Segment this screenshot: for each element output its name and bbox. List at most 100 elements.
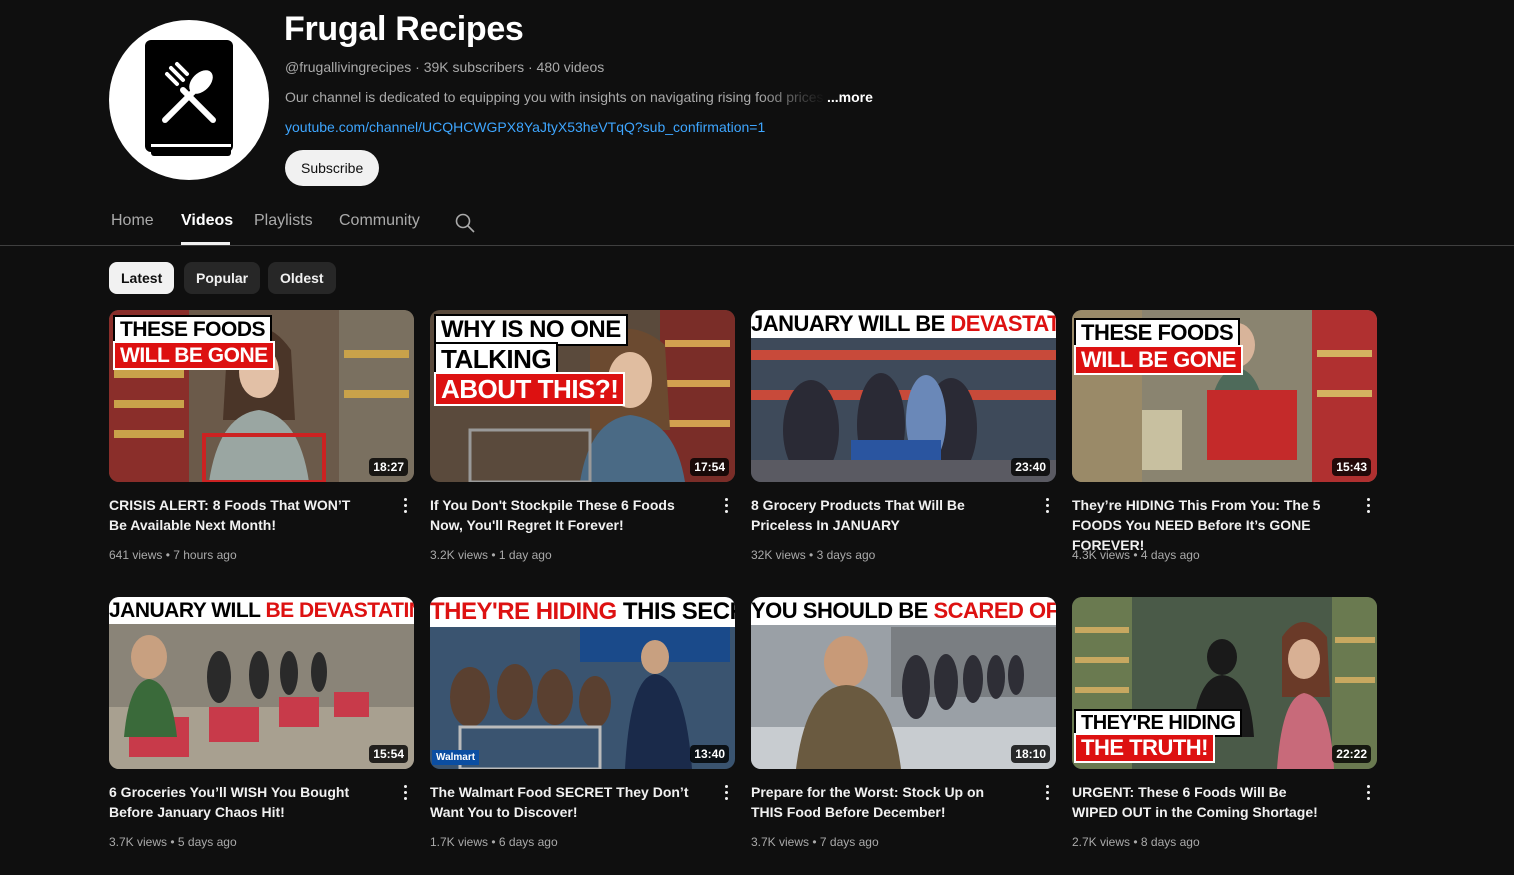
video-title[interactable]: CRISIS ALERT: 8 Foods That WON’T Be Avai…	[109, 495, 371, 535]
video-stats: 4.3K views • 4 days ago	[1072, 548, 1200, 562]
video-card[interactable]: JANUARY WILL BE DEVASTATING 23:40 8 Groc…	[751, 310, 1056, 562]
overlay-line-1: THESE FOODS	[1074, 318, 1241, 348]
video-card[interactable]: THEY'RE HIDING THIS SECRET! Walmart 13:4…	[430, 597, 735, 849]
more-link[interactable]: ...more	[827, 89, 873, 105]
book-spoon-fork-icon	[145, 40, 233, 156]
chip-oldest[interactable]: Oldest	[268, 262, 336, 294]
channel-description[interactable]: Our channel is dedicated to equipping yo…	[285, 89, 873, 105]
video-stats: 3.7K views • 7 days ago	[751, 835, 879, 849]
channel-meta: @frugallivingrecipes · 39K subscribers ·…	[285, 59, 605, 75]
upload-age: 6 days ago	[498, 835, 558, 849]
upload-age: 7 days ago	[819, 835, 879, 849]
video-thumbnail[interactable]: THESE FOODS WILL BE GONE 18:27	[109, 310, 414, 482]
video-stats: 2.7K views • 8 days ago	[1072, 835, 1200, 849]
overlay-line-2: THIS SECRET!	[622, 598, 735, 625]
view-count: 3.2K views	[430, 548, 489, 562]
duration-badge: 18:27	[369, 458, 408, 476]
view-count: 3.7K views	[109, 835, 168, 849]
video-thumbnail[interactable]: WHY IS NO ONE TALKING ABOUT THIS?! 17:54	[430, 310, 735, 482]
video-thumbnail[interactable]: JANUARY WILL BE DEVASTATING 15:54	[109, 597, 414, 769]
duration-badge: 17:54	[690, 458, 729, 476]
upload-age: 4 days ago	[1140, 548, 1200, 562]
channel-name: Frugal Recipes	[284, 10, 524, 48]
video-stats: 32K views • 3 days ago	[751, 548, 876, 562]
more-vert-icon[interactable]	[398, 783, 412, 803]
video-stats: 3.2K views • 1 day ago	[430, 548, 552, 562]
overlay-line-2: THE TRUTH!	[1074, 733, 1215, 763]
video-card[interactable]: JANUARY WILL BE DEVASTATING 15:54 6 Groc…	[109, 597, 414, 849]
overlay-line-2: TALKING	[434, 342, 559, 376]
overlay-band: JANUARY WILL BE DEVASTATING	[751, 310, 1056, 338]
upload-age: 5 days ago	[177, 835, 237, 849]
overlay-band: JANUARY WILL BE DEVASTATING	[109, 597, 414, 624]
more-vert-icon[interactable]	[1040, 783, 1054, 803]
tab-videos[interactable]: Videos	[181, 212, 233, 230]
view-count: 32K views	[751, 548, 806, 562]
duration-badge: 15:54	[369, 745, 408, 763]
overlay-line-3: ABOUT THIS?!	[434, 372, 626, 406]
video-title[interactable]: Prepare for the Worst: Stock Up on THIS …	[751, 782, 1013, 822]
channel-tabs: Home Videos Playlists Community	[0, 196, 1514, 246]
duration-badge: 15:43	[1332, 458, 1371, 476]
video-stats: 3.7K views • 5 days ago	[109, 835, 237, 849]
video-thumbnail[interactable]: THESE FOODS WILL BE GONE 15:43	[1072, 310, 1377, 482]
walmart-badge: Walmart	[432, 750, 480, 765]
duration-badge: 22:22	[1332, 745, 1371, 763]
overlay-line-1: THEY'RE HIDING	[430, 598, 617, 625]
video-card[interactable]: THESE FOODS WILL BE GONE 15:43 They’re H…	[1072, 310, 1377, 562]
video-thumbnail[interactable]: THEY'RE HIDING THIS SECRET! Walmart 13:4…	[430, 597, 735, 769]
video-card[interactable]: WHY IS NO ONE TALKING ABOUT THIS?! 17:54…	[430, 310, 735, 562]
video-thumbnail[interactable]: YOU SHOULD BE SCARED OF THIS! 18:10	[751, 597, 1056, 769]
view-count: 2.7K views	[1072, 835, 1131, 849]
view-count: 3.7K views	[751, 835, 810, 849]
upload-age: 7 hours ago	[173, 548, 237, 562]
video-title[interactable]: The Walmart Food SECRET They Don’t Want …	[430, 782, 692, 822]
description-text: Our channel is dedicated to equipping yo…	[285, 89, 825, 105]
tab-community[interactable]: Community	[339, 212, 420, 230]
overlay-band: YOU SHOULD BE SCARED OF THIS!	[751, 597, 1056, 625]
more-vert-icon[interactable]	[1361, 496, 1375, 516]
overlay-line-1: JANUARY WILL BE	[751, 311, 945, 336]
video-thumbnail[interactable]: JANUARY WILL BE DEVASTATING 23:40	[751, 310, 1056, 482]
duration-badge: 23:40	[1011, 458, 1050, 476]
more-vert-icon[interactable]	[1040, 496, 1054, 516]
search-icon[interactable]	[455, 213, 475, 233]
tab-home[interactable]: Home	[111, 212, 154, 230]
chip-popular[interactable]: Popular	[184, 262, 261, 294]
overlay-line-2: WILL BE GONE	[113, 341, 275, 370]
more-vert-icon[interactable]	[719, 496, 733, 516]
overlay-line-1: THESE FOODS	[113, 315, 273, 344]
video-stats: 1.7K views • 6 days ago	[430, 835, 558, 849]
video-stats: 641 views • 7 hours ago	[109, 548, 237, 562]
more-vert-icon[interactable]	[1361, 783, 1375, 803]
channel-link[interactable]: youtube.com/channel/UCQHCWGPX8YaJtyX53he…	[285, 119, 765, 135]
more-vert-icon[interactable]	[398, 496, 412, 516]
upload-age: 8 days ago	[1140, 835, 1200, 849]
more-vert-icon[interactable]	[719, 783, 733, 803]
video-thumbnail[interactable]: THEY'RE HIDING THE TRUTH! 22:22	[1072, 597, 1377, 769]
chip-latest[interactable]: Latest	[109, 262, 175, 294]
video-title[interactable]: 8 Grocery Products That Will Be Priceles…	[751, 495, 1013, 535]
video-title[interactable]: URGENT: These 6 Foods Will Be WIPED OUT …	[1072, 782, 1334, 822]
duration-badge: 18:10	[1011, 745, 1050, 763]
video-title[interactable]: 6 Groceries You’ll WISH You Bought Befor…	[109, 782, 371, 822]
view-count: 641 views	[109, 548, 163, 562]
view-count: 4.3K views	[1072, 548, 1131, 562]
view-count: 1.7K views	[430, 835, 489, 849]
upload-age: 3 days ago	[816, 548, 876, 562]
active-tab-indicator	[181, 242, 230, 245]
video-title[interactable]: They’re HIDING This From You: The 5 FOOD…	[1072, 495, 1334, 555]
overlay-line-2: BE DEVASTATING	[265, 599, 414, 622]
upload-age: 1 day ago	[498, 548, 552, 562]
video-card[interactable]: YOU SHOULD BE SCARED OF THIS! 18:10 Prep…	[751, 597, 1056, 849]
overlay-line-2: WILL BE GONE	[1074, 345, 1243, 375]
video-card[interactable]: THESE FOODS WILL BE GONE 18:27 CRISIS AL…	[109, 310, 414, 562]
video-title[interactable]: If You Don't Stockpile These 6 Foods Now…	[430, 495, 692, 535]
overlay-line-1: YOU SHOULD BE	[751, 598, 928, 623]
channel-avatar[interactable]	[109, 20, 269, 180]
tab-playlists[interactable]: Playlists	[254, 212, 313, 230]
overlay-line-1: JANUARY WILL	[109, 599, 261, 622]
subscribe-button[interactable]: Subscribe	[285, 150, 380, 186]
overlay-line-2: DEVASTATING	[950, 311, 1056, 336]
video-card[interactable]: THEY'RE HIDING THE TRUTH! 22:22 URGENT: …	[1072, 597, 1377, 849]
